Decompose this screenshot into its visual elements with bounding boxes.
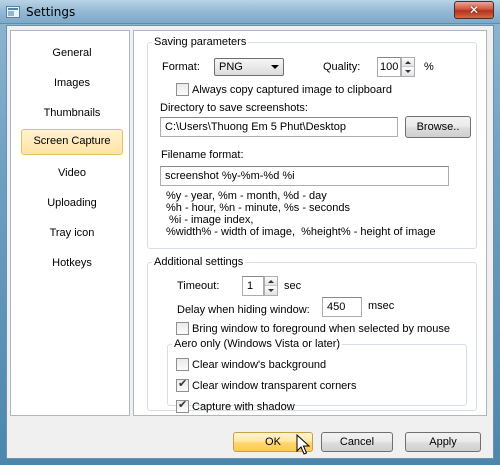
stepper-up-icon[interactable]	[402, 58, 414, 67]
quality-stepper[interactable]	[401, 57, 415, 77]
format-help-line: %i - image index,	[166, 214, 254, 226]
format-value: PNG	[219, 61, 243, 73]
settings-app-icon	[6, 5, 20, 19]
mouse-pointer-icon	[296, 434, 311, 455]
timeout-stepper[interactable]	[264, 276, 278, 296]
clear-background-label: Clear window's background	[192, 359, 327, 371]
sidebar-item-general[interactable]: General	[21, 41, 123, 65]
delay-unit: msec	[368, 300, 395, 312]
format-help-line: %h - hour, %n - minute, %s - seconds	[166, 202, 351, 214]
timeout-label: Timeout:	[177, 280, 220, 292]
close-icon: ✕	[468, 3, 480, 17]
sidebar-item-tray-icon[interactable]: Tray icon	[21, 221, 123, 245]
timeout-unit: sec	[284, 280, 302, 292]
directory-input[interactable]: C:\Users\Thuong Em 5 Phut\Desktop	[160, 117, 398, 137]
saving-parameters-legend: Saving parameters	[154, 36, 247, 48]
aero-group: Aero only (Windows Vista or later)	[167, 338, 467, 406]
sidebar-item-screen-capture[interactable]: Screen Capture	[21, 129, 123, 155]
sidebar-item-hotkeys[interactable]: Hotkeys	[21, 251, 123, 275]
delay-label: Delay when hiding window:	[177, 304, 310, 316]
sidebar-item-uploading[interactable]: Uploading	[21, 191, 123, 215]
browse-button[interactable]: Browse..	[405, 116, 471, 138]
chevron-down-icon	[271, 65, 279, 69]
format-help-line: %width% - width of image, %height% - hei…	[166, 226, 436, 238]
filename-format-input[interactable]: screenshot %y-%m-%d %i	[160, 166, 449, 186]
cancel-button[interactable]: Cancel	[321, 432, 393, 452]
filename-format-label: Filename format:	[161, 149, 244, 161]
capture-shadow-label: Capture with shadow	[192, 401, 295, 413]
sidebar-item-video[interactable]: Video	[21, 161, 123, 185]
settings-window: General Images Thumbnails Screen Capture…	[6, 25, 494, 459]
sidebar-item-thumbnails[interactable]: Thumbnails	[21, 101, 123, 125]
timeout-input[interactable]: 1	[242, 276, 264, 296]
additional-settings-legend: Additional settings	[154, 256, 244, 268]
quality-input[interactable]: 100	[377, 57, 401, 77]
stepper-down-icon[interactable]	[265, 286, 277, 295]
sidebar-item-images[interactable]: Images	[21, 71, 123, 95]
sidebar: General Images Thumbnails Screen Capture…	[10, 30, 130, 416]
clear-corners-checkbox[interactable]	[176, 377, 189, 392]
directory-label: Directory to save screenshots:	[160, 102, 308, 114]
stepper-down-icon[interactable]	[402, 67, 414, 76]
clear-background-checkbox[interactable]	[176, 358, 189, 371]
delay-input[interactable]: 450	[322, 297, 362, 317]
foreground-checkbox[interactable]	[176, 322, 189, 335]
title-bar[interactable]: Settings ✕	[0, 0, 500, 24]
quality-unit: %	[424, 61, 434, 73]
apply-button[interactable]: Apply	[405, 432, 481, 452]
content-panel: Saving parameters Format: PNG Quality: 1…	[133, 30, 487, 416]
close-button[interactable]: ✕	[454, 1, 494, 19]
clear-corners-label: Clear window transparent corners	[192, 380, 357, 392]
format-label: Format:	[162, 61, 200, 73]
format-help-line: %y - year, %m - month, %d - day	[166, 190, 327, 202]
quality-label: Quality:	[323, 61, 361, 73]
copy-clipboard-label: Always copy captured image to clipboard	[192, 84, 392, 96]
foreground-label: Bring window to foreground when selected…	[192, 323, 451, 335]
copy-clipboard-checkbox[interactable]	[176, 83, 189, 96]
capture-shadow-checkbox[interactable]	[176, 398, 189, 413]
stepper-up-icon[interactable]	[265, 277, 277, 286]
window-title: Settings	[26, 5, 76, 19]
format-select[interactable]: PNG	[214, 58, 284, 76]
aero-legend: Aero only (Windows Vista or later)	[174, 338, 341, 350]
